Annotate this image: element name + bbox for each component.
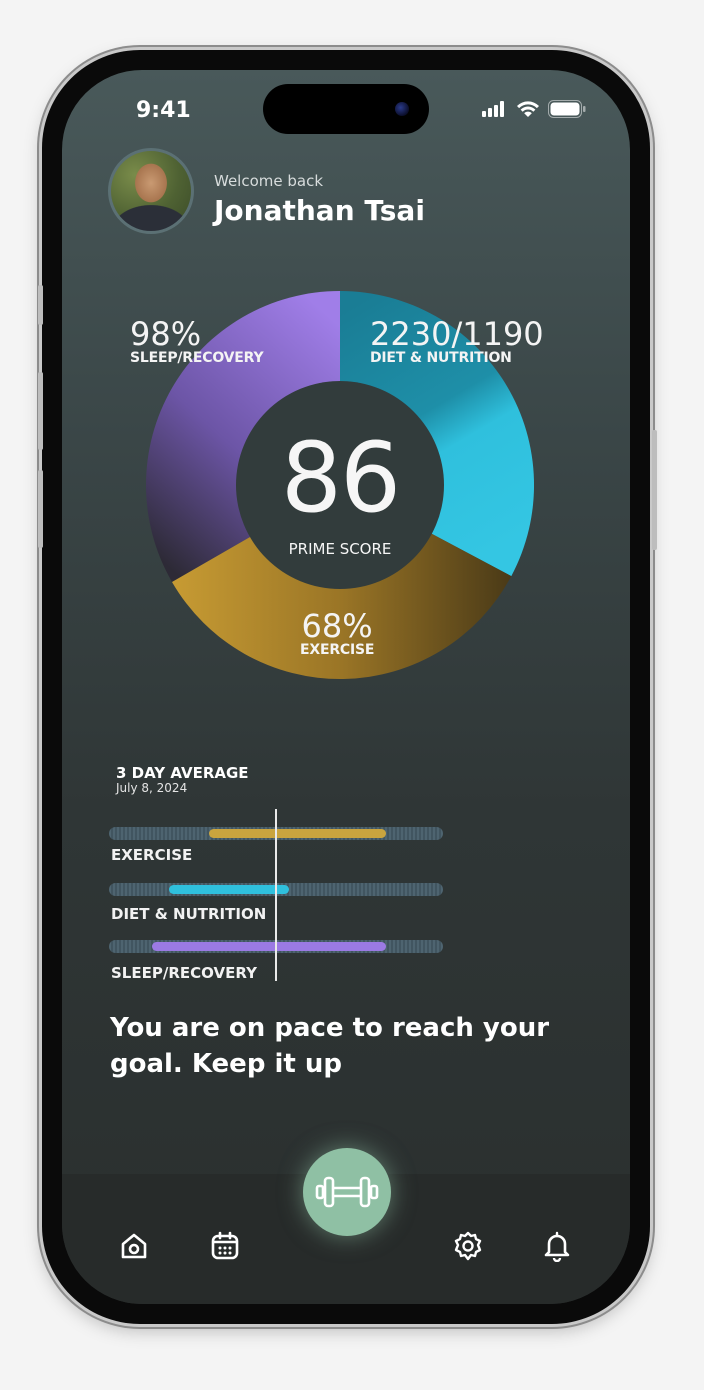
pace-marker-line — [275, 809, 277, 981]
dynamic-island — [263, 84, 429, 134]
diet-bar-label: DIET & NUTRITION — [111, 905, 267, 923]
wifi-icon — [517, 101, 539, 117]
volume-down-button — [38, 470, 43, 548]
sleep-bar-fill — [152, 942, 387, 951]
signal-icon — [482, 101, 504, 117]
sleep-label: SLEEP/RECOVERY — [130, 350, 264, 366]
prime-score-value: 86 — [280, 422, 401, 534]
sleep-value-group: 98% SLEEP/RECOVERY — [130, 315, 264, 366]
pace-message: You are on pace to reach your goal. Keep… — [110, 1013, 550, 1079]
tab-home[interactable] — [118, 1230, 150, 1266]
exercise-value: 68% — [301, 607, 373, 645]
avatar[interactable] — [108, 148, 194, 234]
action-button — [38, 285, 43, 325]
prime-score-label: PRIME SCORE — [288, 540, 392, 558]
exercise-value-group: 68% EXERCISE — [300, 610, 374, 658]
tab-calendar[interactable] — [209, 1230, 241, 1266]
camera-icon — [395, 102, 409, 116]
diet-bar-fill — [169, 885, 290, 894]
average-date: July 8, 2024 — [116, 781, 188, 795]
average-title: 3 DAY AVERAGE — [116, 764, 249, 782]
power-button — [652, 430, 657, 550]
diet-value-group: 2230/1190 DIET & NUTRITION — [370, 318, 544, 366]
sleep-bar-label: SLEEP/RECOVERY — [111, 964, 257, 982]
exercise-bar-fill — [209, 829, 387, 838]
exercise-label: EXERCISE — [300, 642, 375, 658]
home-icon — [121, 1233, 147, 1259]
welcome-text: Welcome back — [214, 172, 324, 190]
battery-icon — [548, 100, 586, 118]
calendar-icon — [211, 1231, 239, 1260]
gear-icon — [454, 1231, 482, 1261]
app-screen: 9:41 Welcome back Jonathan Tsai 98% SLEE… — [62, 70, 630, 1304]
diet-value: 2230/1190 — [370, 315, 544, 353]
bell-icon — [544, 1231, 570, 1263]
tab-settings[interactable] — [452, 1230, 484, 1266]
status-icons — [482, 100, 586, 118]
status-time: 9:41 — [136, 98, 191, 123]
sleep-value: 98% — [130, 315, 202, 353]
dumbbell-icon — [315, 1176, 379, 1208]
exercise-bar-label: EXERCISE — [111, 846, 193, 864]
workout-button[interactable] — [303, 1148, 391, 1236]
user-name: Jonathan Tsai — [214, 194, 425, 227]
tab-notifications[interactable] — [541, 1230, 573, 1266]
volume-up-button — [38, 372, 43, 450]
